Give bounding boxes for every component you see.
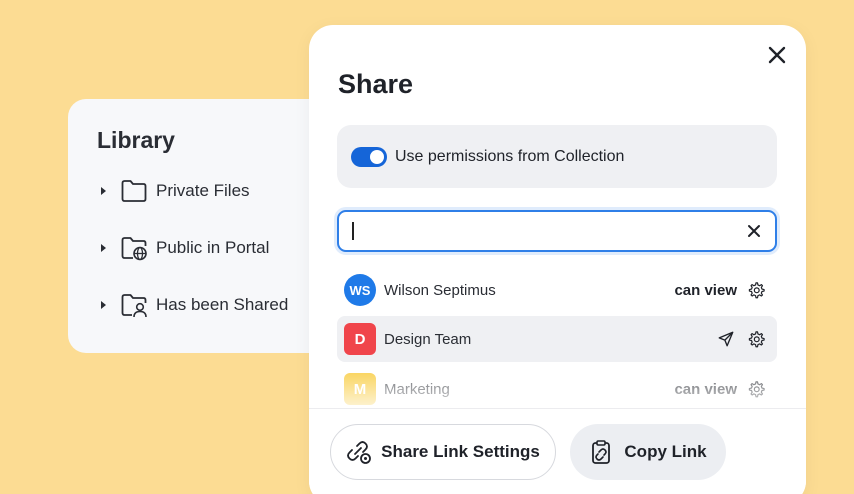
link-settings-icon bbox=[347, 441, 372, 464]
library-item-label: Private Files bbox=[156, 181, 250, 200]
user-name: Wilson Septimus bbox=[384, 281, 496, 299]
library-title: Library bbox=[97, 127, 175, 153]
copy-link-button[interactable]: Copy Link bbox=[570, 424, 726, 480]
library-item-label: Has been Shared bbox=[156, 295, 289, 314]
permission-dropdown[interactable]: can view bbox=[674, 282, 737, 299]
permissions-box: Use permissions from Collection bbox=[337, 125, 777, 188]
caret-right-icon[interactable] bbox=[98, 300, 108, 310]
folder-icon bbox=[121, 180, 147, 202]
text-cursor bbox=[352, 222, 354, 240]
avatar: D bbox=[344, 323, 376, 355]
gear-icon[interactable] bbox=[747, 330, 765, 348]
close-icon[interactable] bbox=[765, 43, 789, 67]
user-row-wilson-septimus[interactable]: WS Wilson Septimus can view bbox=[337, 267, 777, 313]
library-item-label: Public in Portal bbox=[156, 238, 270, 257]
library-item-private-files[interactable]: Private Files bbox=[98, 176, 250, 206]
share-link-settings-button[interactable]: Share Link Settings bbox=[330, 424, 556, 480]
library-item-public-in-portal[interactable]: Public in Portal bbox=[98, 233, 269, 263]
gear-icon[interactable] bbox=[747, 281, 765, 299]
permissions-toggle[interactable] bbox=[351, 146, 387, 167]
user-name: Design Team bbox=[384, 330, 472, 348]
user-row-marketing[interactable]: M Marketing can view bbox=[337, 366, 777, 412]
search-box bbox=[337, 210, 777, 252]
folder-globe-icon bbox=[121, 237, 147, 261]
permission-dropdown[interactable]: can view bbox=[674, 381, 737, 398]
gear-icon[interactable] bbox=[747, 380, 765, 398]
user-name: Marketing bbox=[384, 380, 450, 398]
clear-icon[interactable] bbox=[746, 223, 762, 239]
caret-right-icon[interactable] bbox=[98, 243, 108, 253]
dialog-title: Share bbox=[338, 69, 414, 99]
caret-right-icon[interactable] bbox=[98, 186, 108, 196]
send-icon[interactable] bbox=[717, 330, 735, 348]
copy-link-label: Copy Link bbox=[624, 442, 707, 461]
avatar: M bbox=[344, 373, 376, 405]
share-dialog: Share Use permissions from Collection WS… bbox=[309, 25, 806, 494]
avatar: WS bbox=[344, 274, 376, 306]
permissions-toggle-label: Use permissions from Collection bbox=[395, 147, 625, 165]
dialog-footer: Share Link Settings Copy Link bbox=[309, 408, 806, 494]
library-item-has-been-shared[interactable]: Has been Shared bbox=[98, 290, 288, 320]
share-link-settings-label: Share Link Settings bbox=[381, 442, 540, 461]
search-input[interactable] bbox=[349, 218, 729, 244]
toggle-knob bbox=[370, 149, 384, 164]
clipboard-link-icon bbox=[592, 440, 611, 464]
library-panel: Library Private Files Public in Portal H… bbox=[68, 99, 338, 353]
folder-user-icon bbox=[121, 294, 147, 318]
user-row-design-team[interactable]: D Design Team bbox=[337, 316, 777, 362]
